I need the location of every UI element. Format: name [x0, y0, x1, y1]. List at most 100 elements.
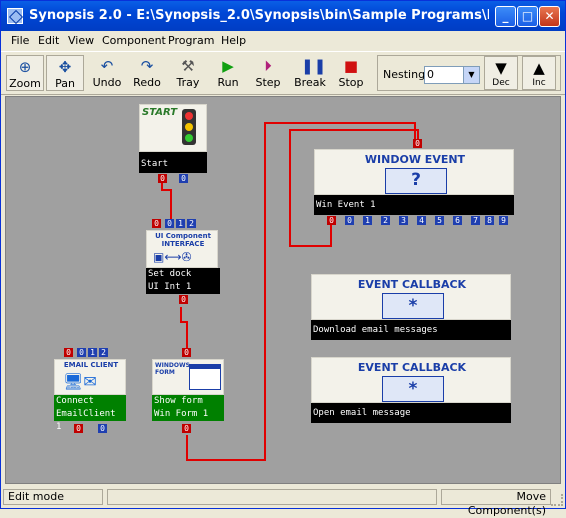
- event-port-out-0[interactable]: 0: [327, 216, 336, 225]
- event-port-out-6[interactable]: 5: [435, 216, 444, 225]
- menu-file[interactable]: File: [11, 34, 29, 47]
- email-client-icon: 🖥✉: [63, 372, 97, 391]
- window-title: Synopsis 2.0 - E:\Synopsis_2.0\Synopsis\…: [29, 8, 489, 23]
- callback1-image: EVENT CALLBACK *: [311, 274, 511, 320]
- wire-form-event-c: [264, 122, 266, 461]
- event-image: WINDOW EVENT ?: [314, 149, 514, 195]
- window-form-icon: [189, 364, 221, 390]
- menu-component[interactable]: Component: [102, 34, 166, 47]
- menu-help[interactable]: Help: [221, 34, 246, 47]
- ui-label: Set dock UI Int 1: [146, 268, 220, 294]
- email-port-in-3[interactable]: 2: [99, 348, 108, 357]
- event-label: Win Event 1: [314, 195, 514, 215]
- inc-button[interactable]: ▲ Inc: [522, 56, 556, 90]
- program-canvas[interactable]: START Start 0 0 0 0 1 2 UI Component INT…: [5, 96, 561, 484]
- wire-loop-b: [289, 245, 332, 247]
- event-port-out-9[interactable]: 8: [485, 216, 494, 225]
- menu-bar: File Edit View Component Program Help: [1, 31, 565, 51]
- start-port-out-0[interactable]: 0: [158, 174, 167, 183]
- arrow-down-icon: ▼: [495, 59, 507, 77]
- redo-icon: ↷: [140, 57, 154, 75]
- ui-image: UI Component INTERFACE ▣⟷✇: [146, 230, 218, 268]
- email-port-in-2[interactable]: 1: [88, 348, 97, 357]
- menu-view[interactable]: View: [68, 34, 94, 47]
- status-middle-pane: [107, 489, 437, 505]
- event-port-out-3[interactable]: 2: [381, 216, 390, 225]
- ui-port-in-2[interactable]: 1: [176, 219, 185, 228]
- asterisk-icon: *: [382, 293, 444, 319]
- callback2-image: EVENT CALLBACK *: [311, 357, 511, 403]
- run-button[interactable]: ▶ Run: [209, 55, 247, 91]
- event-port-in-0[interactable]: 0: [413, 139, 422, 148]
- menu-program[interactable]: Program: [168, 34, 214, 47]
- callback1-label: Download email messages: [311, 320, 511, 340]
- ui-port-in-3[interactable]: 2: [187, 219, 196, 228]
- event-port-out-10[interactable]: 9: [499, 216, 508, 225]
- interface-icon: ▣⟷✇: [153, 250, 192, 264]
- undo-icon: ↶: [100, 57, 114, 75]
- tray-icon: ⚒: [181, 57, 195, 75]
- form-port-out-0[interactable]: 0: [182, 424, 191, 433]
- menu-edit[interactable]: Edit: [38, 34, 59, 47]
- start-image: START: [139, 104, 207, 152]
- event-port-out-2[interactable]: 1: [363, 216, 372, 225]
- minimize-button[interactable]: _: [495, 6, 516, 27]
- app-window: Synopsis 2.0 - E:\Synopsis_2.0\Synopsis\…: [0, 0, 566, 517]
- traffic-light-icon: [182, 109, 196, 145]
- toolbar: ⊕ Zoom ✥ Pan ↶ Undo ↷ Redo ⚒ Tray ▶ Run …: [1, 51, 565, 95]
- close-button[interactable]: ✕: [539, 6, 560, 27]
- step-button[interactable]: ⏵ Step: [249, 55, 287, 91]
- email-label: Connect EmailClient 1: [54, 395, 126, 432]
- break-button[interactable]: ❚❚ Break: [291, 55, 329, 91]
- status-bar: Edit mode Move Component(s): [1, 487, 565, 517]
- email-port-out-0[interactable]: 0: [74, 424, 83, 433]
- zoom-button[interactable]: ⊕ Zoom: [6, 55, 44, 91]
- wire-loop-d: [289, 129, 419, 131]
- status-mode: Edit mode: [3, 489, 103, 505]
- wire-form-event-a: [186, 435, 188, 461]
- arrow-up-icon: ▲: [533, 59, 545, 77]
- step-icon: ⏵: [264, 57, 272, 75]
- pan-button[interactable]: ✥ Pan: [46, 55, 84, 91]
- event-port-out-4[interactable]: 3: [399, 216, 408, 225]
- status-hint: Move Component(s): [441, 489, 551, 517]
- ui-port-out-0[interactable]: 0: [179, 295, 188, 304]
- ui-port-in-0[interactable]: 0: [152, 219, 161, 228]
- maximize-button[interactable]: □: [517, 6, 538, 27]
- nesting-select[interactable]: 0 ▼: [424, 66, 480, 84]
- pan-icon: ✥: [58, 58, 72, 76]
- event-port-out-5[interactable]: 4: [417, 216, 426, 225]
- chevron-down-icon[interactable]: ▼: [463, 67, 479, 83]
- zoom-icon: ⊕: [18, 58, 32, 76]
- email-port-in-0[interactable]: 0: [64, 348, 73, 357]
- form-port-in-0[interactable]: 0: [182, 348, 191, 357]
- start-port-out-1[interactable]: 0: [179, 174, 188, 183]
- email-image: EMAIL CLIENT 🖥✉: [54, 359, 126, 395]
- callback2-label: Open email message: [311, 403, 511, 423]
- stop-button[interactable]: ■ Stop: [332, 55, 370, 91]
- wire-form-event-b: [186, 459, 266, 461]
- app-icon: [7, 8, 23, 24]
- undo-button[interactable]: ↶ Undo: [88, 55, 126, 91]
- wire-form-event-d: [264, 122, 416, 124]
- stop-icon: ■: [343, 57, 359, 75]
- question-icon: ?: [385, 168, 447, 194]
- event-port-out-1[interactable]: 0: [345, 216, 354, 225]
- resize-grip-icon[interactable]: [551, 494, 563, 506]
- run-icon: ▶: [222, 57, 234, 75]
- title-bar[interactable]: Synopsis 2.0 - E:\Synopsis_2.0\Synopsis\…: [1, 1, 565, 31]
- event-port-out-7[interactable]: 6: [453, 216, 462, 225]
- nesting-group: Nesting: 0 ▼ ▼ Dec ▲ Inc: [377, 55, 561, 91]
- nesting-label: Nesting:: [383, 68, 429, 81]
- wire-loop-e: [417, 129, 419, 139]
- email-port-out-1[interactable]: 0: [98, 424, 107, 433]
- event-port-out-8[interactable]: 7: [471, 216, 480, 225]
- tray-button[interactable]: ⚒ Tray: [169, 55, 207, 91]
- ui-port-in-1[interactable]: 0: [165, 219, 174, 228]
- start-label: Start: [139, 152, 207, 173]
- redo-button[interactable]: ↷ Redo: [128, 55, 166, 91]
- asterisk-icon: *: [382, 376, 444, 402]
- email-port-in-1[interactable]: 0: [77, 348, 86, 357]
- wire-loop-c: [289, 129, 291, 247]
- dec-button[interactable]: ▼ Dec: [484, 56, 518, 90]
